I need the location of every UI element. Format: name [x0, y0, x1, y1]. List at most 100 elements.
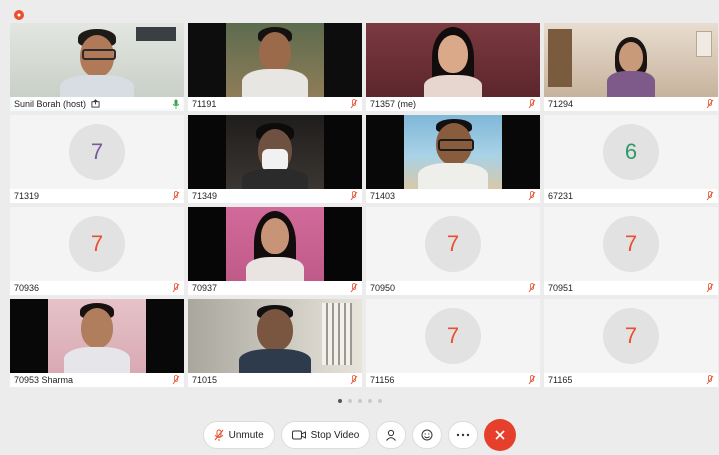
participant-name: 71294 [548, 99, 574, 109]
mic-off-icon [706, 375, 714, 385]
participant-namebar: 70937 [188, 281, 362, 295]
participant-video [188, 23, 362, 97]
participant-tile[interactable]: 71191 [188, 23, 362, 111]
participant-tile[interactable]: 71403 [366, 115, 540, 203]
participant-tile[interactable]: 7 70951 [544, 207, 718, 295]
participant-avatar: 7 [69, 216, 125, 272]
participant-avatar: 7 [603, 216, 659, 272]
page-dot[interactable] [357, 399, 362, 403]
participant-name: Sunil Borah (host) [14, 99, 87, 109]
mic-off-icon [528, 191, 536, 201]
participant-tile[interactable]: 7 71319 [10, 115, 184, 203]
mic-off-icon [528, 375, 536, 385]
participant-name: 70936 [14, 283, 40, 293]
participant-name: 71357 (me) [370, 99, 417, 109]
participant-namebar: 71403 [366, 189, 540, 203]
participant-tile[interactable]: 6 67231 [544, 115, 718, 203]
mic-off-icon [214, 429, 224, 441]
participant-tile-self[interactable]: 71357 (me) [366, 23, 540, 111]
participant-tile[interactable]: 71349 [188, 115, 362, 203]
participant-video [10, 23, 184, 97]
participant-avatar: 7 [603, 308, 659, 364]
participant-tile-host[interactable]: Sunil Borah (host) [10, 23, 184, 111]
mic-off-icon [528, 99, 536, 109]
page-dot[interactable] [337, 399, 342, 403]
reactions-button[interactable] [412, 421, 443, 449]
participant-namebar: 70936 [10, 281, 184, 295]
participant-namebar: 71294 [544, 97, 718, 111]
mic-on-icon [172, 99, 180, 109]
participants-button[interactable] [376, 421, 407, 449]
participant-name: 71015 [192, 375, 218, 385]
page-dot[interactable] [377, 399, 382, 403]
mic-off-icon [350, 191, 358, 201]
participant-avatar: 7 [425, 216, 481, 272]
participant-namebar: 70953 Sharma [10, 373, 184, 387]
participant-video [188, 115, 362, 189]
participant-tile[interactable]: 7 70936 [10, 207, 184, 295]
mic-off-icon [350, 375, 358, 385]
participant-video [188, 299, 362, 373]
participant-namebar: 71319 [10, 189, 184, 203]
participants-icon [386, 429, 397, 441]
mic-off-icon [350, 99, 358, 109]
mic-off-icon [172, 191, 180, 201]
participant-avatar: 7 [69, 124, 125, 180]
unmute-label: Unmute [228, 429, 264, 441]
participant-namebar: 71015 [188, 373, 362, 387]
mic-off-icon [172, 283, 180, 293]
participant-name: 71156 [370, 375, 395, 385]
mic-off-icon [706, 283, 714, 293]
participant-name: 70953 Sharma [14, 375, 74, 385]
more-options-button[interactable] [448, 421, 479, 449]
more-icon [457, 433, 470, 437]
mic-off-icon [706, 191, 714, 201]
participant-namebar: 67231 [544, 189, 718, 203]
participant-tile[interactable]: 7 71156 [366, 299, 540, 387]
participant-avatar: 6 [603, 124, 659, 180]
participant-tile[interactable]: 7 70950 [366, 207, 540, 295]
participant-video [10, 299, 184, 373]
mic-off-icon [706, 99, 714, 109]
page-indicator [0, 399, 719, 403]
participant-video [366, 115, 540, 189]
end-call-button[interactable] [484, 419, 517, 451]
mic-off-icon [528, 283, 536, 293]
participant-namebar: Sunil Borah (host) [10, 97, 184, 111]
participant-namebar: 71349 [188, 189, 362, 203]
stop-video-label: Stop Video [310, 429, 360, 441]
participant-name: 71403 [370, 191, 396, 201]
participant-tile[interactable]: 71015 [188, 299, 362, 387]
camera-icon [291, 430, 306, 440]
stop-video-button[interactable]: Stop Video [280, 421, 371, 449]
participant-name: 67231 [548, 191, 574, 201]
participant-video [544, 23, 718, 97]
page-dot[interactable] [367, 399, 372, 403]
mic-off-icon [350, 283, 358, 293]
reactions-icon [421, 429, 433, 441]
participant-name: 71191 [192, 99, 217, 109]
participant-namebar: 71191 [188, 97, 362, 111]
participant-tile[interactable]: 70953 Sharma [10, 299, 184, 387]
participant-name: 71165 [548, 375, 573, 385]
participant-tile[interactable]: 71294 [544, 23, 718, 111]
participant-tile[interactable]: 70937 [188, 207, 362, 295]
meeting-toolbar: Unmute Stop Video [0, 419, 719, 451]
participant-video [366, 23, 540, 97]
participant-tile[interactable]: 7 71165 [544, 299, 718, 387]
participant-namebar: 71357 (me) [366, 97, 540, 111]
participant-namebar: 70950 [366, 281, 540, 295]
unmute-button[interactable]: Unmute [202, 421, 275, 449]
participant-name: 70951 [548, 283, 574, 293]
recording-indicator-icon: ● [14, 10, 24, 20]
participant-name: 70937 [192, 283, 218, 293]
participant-namebar: 71165 [544, 373, 718, 387]
participant-name: 70950 [370, 283, 396, 293]
participant-namebar: 70951 [544, 281, 718, 295]
share-icon [91, 99, 100, 108]
participant-namebar: 71156 [366, 373, 540, 387]
end-call-icon [495, 430, 505, 440]
video-grid: Sunil Borah (host) 71191 71357 (me) 7129… [10, 23, 718, 387]
participant-avatar: 7 [425, 308, 481, 364]
page-dot[interactable] [347, 399, 352, 403]
